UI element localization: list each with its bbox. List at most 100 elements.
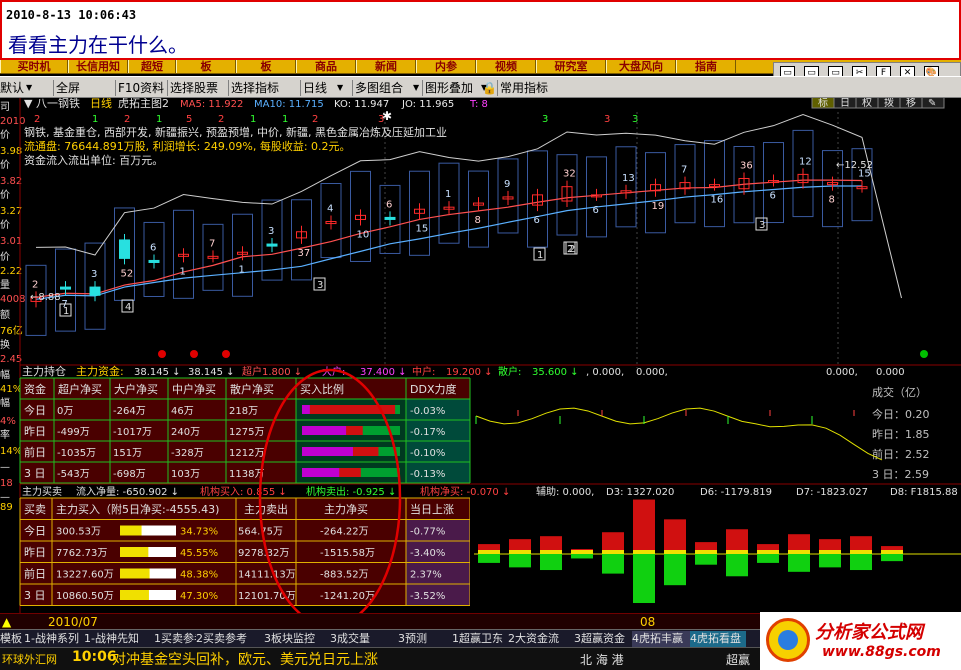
- tab-8[interactable]: 1超赢卫东: [452, 631, 508, 647]
- left-label-0: 司: [0, 102, 10, 113]
- status-news[interactable]: 对冲基金空头回补，欧元、美元兑日元上涨: [112, 649, 378, 669]
- tab-4[interactable]: 2买卖参考: [196, 631, 264, 647]
- left-label-18: 幅: [0, 368, 10, 381]
- flow-bar-outflow: [633, 554, 655, 604]
- view-tab-2[interactable]: 权: [862, 98, 872, 109]
- box-label-1: 4: [125, 302, 131, 313]
- view-tab-4[interactable]: 移: [906, 98, 916, 109]
- cycle-number-2: 2: [124, 114, 130, 125]
- toolbar-item-7[interactable]: 图形叠加: [425, 79, 473, 97]
- candle-label: 37: [298, 248, 311, 259]
- toolbar-item-4[interactable]: 选择指标: [231, 79, 279, 97]
- tab-2[interactable]: 1-战神先知: [84, 631, 154, 647]
- toolbar-item-8[interactable]: 常用指标: [500, 79, 548, 97]
- flow-bar-mark: [602, 550, 624, 554]
- menu-item-3[interactable]: 板: [176, 60, 236, 73]
- toolbar: 默认 ▼ 全屏 F10资料 选择股票 选择指标 日线 ▼ 多图组合 ▼ 图形叠加 ▼ 常用指标 🔒: [0, 76, 961, 98]
- capital-v6: 35.600 ↓: [532, 367, 579, 378]
- left-label-15: 76亿: [0, 324, 23, 337]
- toolbar-separator: [167, 80, 168, 96]
- fund-header-6: DDX力度: [410, 382, 456, 396]
- candle-label: 1: [239, 264, 245, 275]
- fund-cell: -1017万: [113, 427, 152, 438]
- float-shares-text: 流通盘: 76644.891万股, 利润增长: 249.09%, 每股收益: 0…: [24, 139, 351, 153]
- flow-bar-outflow: [602, 554, 624, 574]
- stock-name: ▼ 八一钢铁: [24, 98, 80, 110]
- tab-5[interactable]: 3板块监控: [264, 631, 330, 647]
- tab-10[interactable]: 3超赢资金: [574, 631, 632, 647]
- logo-url: www.88gs.com: [822, 644, 941, 660]
- menu-item-2[interactable]: 超短: [128, 60, 176, 73]
- fund-cell: 151万: [113, 448, 142, 459]
- menu-item-4[interactable]: 板: [236, 60, 296, 73]
- fund-header-2: 大户净买: [114, 382, 158, 396]
- toolbar-separator: [300, 80, 301, 96]
- main-row-label: 前日: [24, 567, 46, 581]
- tab-0[interactable]: 模板: [0, 631, 24, 647]
- cycle-number-10: 3: [542, 114, 548, 125]
- time-axis-left: 2010/07: [48, 615, 98, 629]
- candle-body: [384, 216, 396, 220]
- tab-6[interactable]: 3成交量: [330, 631, 398, 647]
- menu-item-1[interactable]: 长信用知: [68, 60, 128, 73]
- candle-label: 3: [91, 269, 97, 280]
- dropdown-arrow-icon[interactable]: ▼: [413, 81, 421, 95]
- fund-cell: -328万: [171, 448, 204, 459]
- status-time: 10:06: [72, 649, 117, 665]
- flow-item-3: 机构卖出: -0.925 ↓: [306, 485, 396, 498]
- left-label-4: 价: [0, 159, 10, 171]
- status-source: 环球外汇网: [2, 653, 57, 666]
- candle-body: [60, 286, 71, 290]
- menu-item-7[interactable]: 内参: [416, 60, 476, 73]
- left-label-3: 3.98: [0, 146, 22, 157]
- candle-label: 32: [563, 169, 576, 180]
- fund-row-label: 3 日: [24, 467, 46, 480]
- main-header-2: 主力卖出: [244, 502, 288, 516]
- flow-bar-outflow: [540, 554, 562, 571]
- toolbar-item-0[interactable]: 默认: [0, 79, 24, 97]
- cycle-number-1: 1: [92, 114, 98, 125]
- toolbar-item-2[interactable]: F10资料: [118, 79, 164, 97]
- tab-12[interactable]: 4虎拓看盘: [690, 631, 746, 647]
- tab-1[interactable]: 1-战神系列: [24, 631, 84, 647]
- menu-item-9[interactable]: 研究室: [536, 60, 606, 73]
- fund-cell: -543万: [57, 469, 90, 480]
- toolbar-item-5[interactable]: 日线: [303, 79, 327, 97]
- tab-9[interactable]: 2大资金流: [508, 631, 574, 647]
- flow-bar-outflow: [695, 554, 717, 565]
- candle-label: 3: [268, 226, 274, 237]
- view-tab-1[interactable]: 日: [840, 98, 850, 109]
- left-label-27: 89: [0, 502, 13, 513]
- left-label-23: 14%: [0, 446, 22, 457]
- fund-cell: 240万: [171, 427, 200, 438]
- view-tab-5[interactable]: ✎: [928, 98, 936, 109]
- view-tab-3[interactable]: 拨: [884, 98, 894, 109]
- toolbar-item-6[interactable]: 多图组合: [355, 79, 403, 97]
- dropdown-arrow-icon[interactable]: ▼: [337, 81, 345, 95]
- tab-11[interactable]: 4虎拓丰赢: [632, 631, 690, 647]
- tab-7[interactable]: 3预测: [398, 631, 452, 647]
- ratio-bar-main: [302, 468, 340, 477]
- lock-icon[interactable]: 🔒: [482, 79, 497, 97]
- toolbar-item-3[interactable]: 选择股票: [170, 79, 218, 97]
- dropdown-arrow-icon[interactable]: ▼: [26, 81, 34, 95]
- view-tab-0[interactable]: 标: [818, 98, 828, 109]
- tab-3[interactable]: 1买卖参考: [154, 631, 196, 647]
- volume-title: 成交（亿）: [872, 385, 927, 399]
- menu-item-6[interactable]: 新闻: [356, 60, 416, 73]
- menu-item-8[interactable]: 视频: [476, 60, 536, 73]
- candle-label: 6: [534, 215, 540, 226]
- menu-item-5[interactable]: 商品: [296, 60, 356, 73]
- candle-label: 6: [593, 205, 599, 216]
- menu-item-10[interactable]: 大盘风向: [606, 60, 676, 73]
- box-label-4: 1: [537, 250, 543, 261]
- toolbar-item-1[interactable]: 全屏: [56, 79, 80, 97]
- menu-item-11[interactable]: 指南: [676, 60, 736, 73]
- fund-cell: -264万: [113, 406, 146, 417]
- flow-bar-mark: [633, 550, 655, 554]
- flow-item-2: 机构买入: 0.855 ↓: [200, 485, 287, 498]
- flow-item-1: 流入净量: -650.902 ↓: [76, 485, 179, 498]
- menu-item-0[interactable]: 买时机: [0, 60, 68, 73]
- left-label-21: 4%: [0, 416, 16, 427]
- flow-item-0: 主力买卖: [22, 485, 62, 498]
